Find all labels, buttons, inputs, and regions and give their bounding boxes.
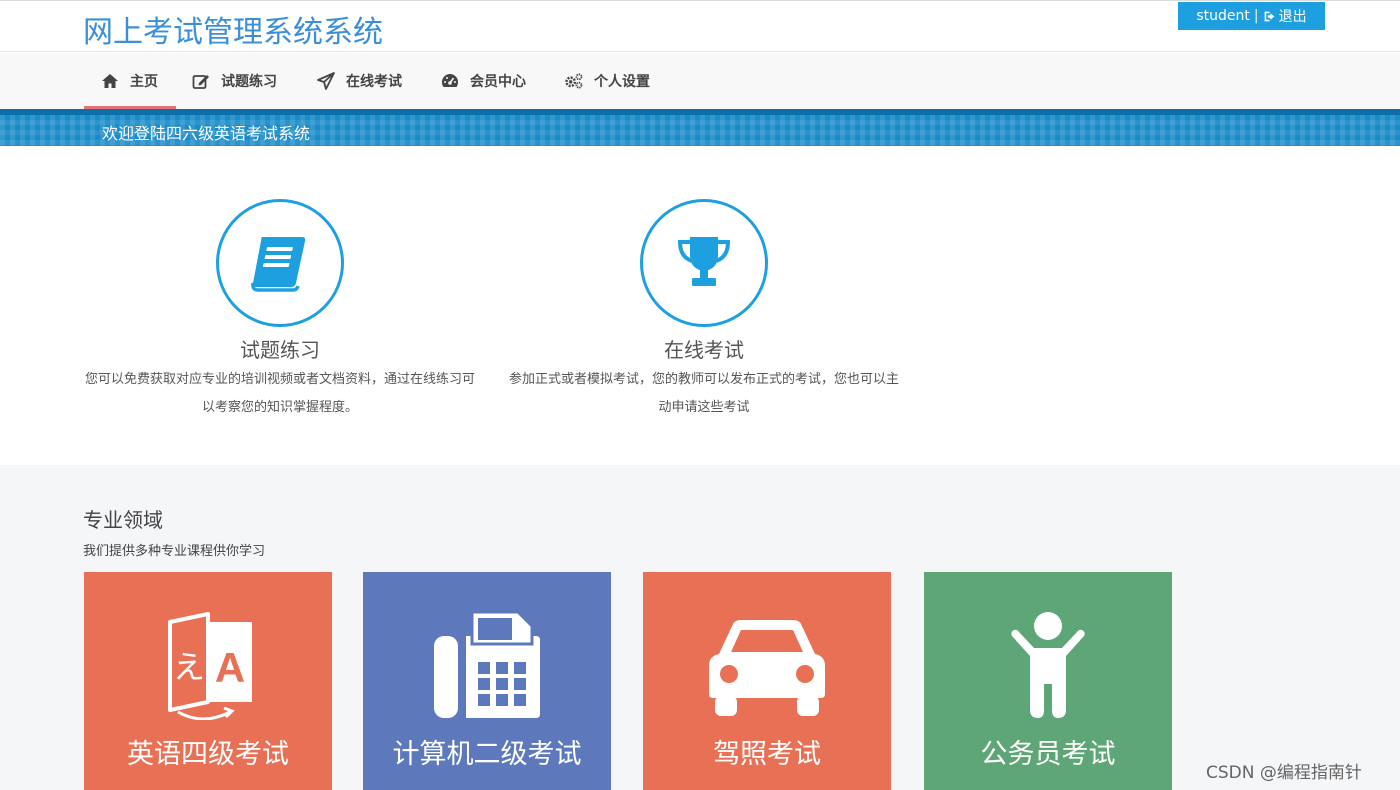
card-driving[interactable]: 驾照考试 xyxy=(643,572,891,790)
nav-item-label: 会员中心 xyxy=(470,74,526,90)
svg-text:え: え xyxy=(173,648,205,686)
section-title: 专业领域 xyxy=(83,508,163,532)
card-cet4[interactable]: A え 英语四级考试 xyxy=(84,572,332,790)
card-label: 驾照考试 xyxy=(713,739,821,770)
translate-icon: A え xyxy=(168,612,252,720)
nav-item-practice[interactable]: 试题练习 xyxy=(191,53,277,109)
username-link[interactable]: student xyxy=(1196,8,1250,24)
watermark: CSDN @编程指南针 xyxy=(1206,763,1362,783)
trophy-icon xyxy=(677,237,731,286)
gears-icon xyxy=(565,73,583,89)
nav-item-online-exam[interactable]: 在线考试 xyxy=(316,53,402,109)
car-icon xyxy=(709,620,825,716)
dashboard-icon xyxy=(441,74,459,87)
welcome-banner: 欢迎登陆四六级英语考试系统 xyxy=(0,109,1400,146)
practice-feature-desc: 您可以免费获取对应专业的培训视频或者文档资料，通过在线练习可以考察您的知识掌握程… xyxy=(84,372,475,415)
section-subtitle: 我们提供多种专业课程供你学习 xyxy=(83,544,266,559)
welcome-text: 欢迎登陆四六级英语考试系统 xyxy=(102,124,311,143)
card-civil-servant[interactable]: 公务员考试 xyxy=(924,572,1172,790)
card-ncre2[interactable]: 计算机二级考试 xyxy=(363,572,611,790)
nav-item-label: 个人设置 xyxy=(594,74,650,90)
book-icon xyxy=(251,237,306,292)
nav-item-label: 主页 xyxy=(130,74,158,90)
practice-feature-circle[interactable] xyxy=(216,199,344,327)
practice-feature-title: 试题练习 xyxy=(240,338,320,362)
exam-feature-desc: 参加正式或者模拟考试，您的教师可以发布正式的考试，您也可以主动申请这些考试 xyxy=(508,372,899,415)
sign-out-icon xyxy=(1264,11,1274,21)
exam-feature-circle[interactable] xyxy=(640,199,768,327)
card-label: 计算机二级考试 xyxy=(392,739,582,770)
svg-text:A: A xyxy=(215,644,245,691)
card-label: 英语四级考试 xyxy=(127,739,289,770)
user-box: student | 退出 xyxy=(1178,2,1325,30)
site-title: 网上考试管理系统系统 xyxy=(83,15,383,50)
fax-icon xyxy=(434,610,540,718)
exam-feature-title: 在线考试 xyxy=(664,338,744,362)
nav-item-label: 在线考试 xyxy=(346,74,402,90)
home-icon xyxy=(102,74,118,88)
nav-item-settings[interactable]: 个人设置 xyxy=(564,53,650,109)
nav-item-label: 试题练习 xyxy=(221,74,277,90)
send-icon xyxy=(317,72,335,90)
user-separator: | xyxy=(1253,8,1259,24)
logout-label: 退出 xyxy=(1278,9,1307,25)
card-label: 公务员考试 xyxy=(980,739,1116,770)
edit-icon xyxy=(192,75,209,89)
nav-item-member-center[interactable]: 会员中心 xyxy=(440,53,526,109)
person-icon xyxy=(1011,612,1085,718)
logout-button[interactable]: 退出 xyxy=(1263,6,1307,26)
main-nav: 主页 试题练习 在线考试 会员中心 个人设置 xyxy=(0,53,1400,109)
nav-item-home[interactable]: 主页 xyxy=(84,53,176,109)
